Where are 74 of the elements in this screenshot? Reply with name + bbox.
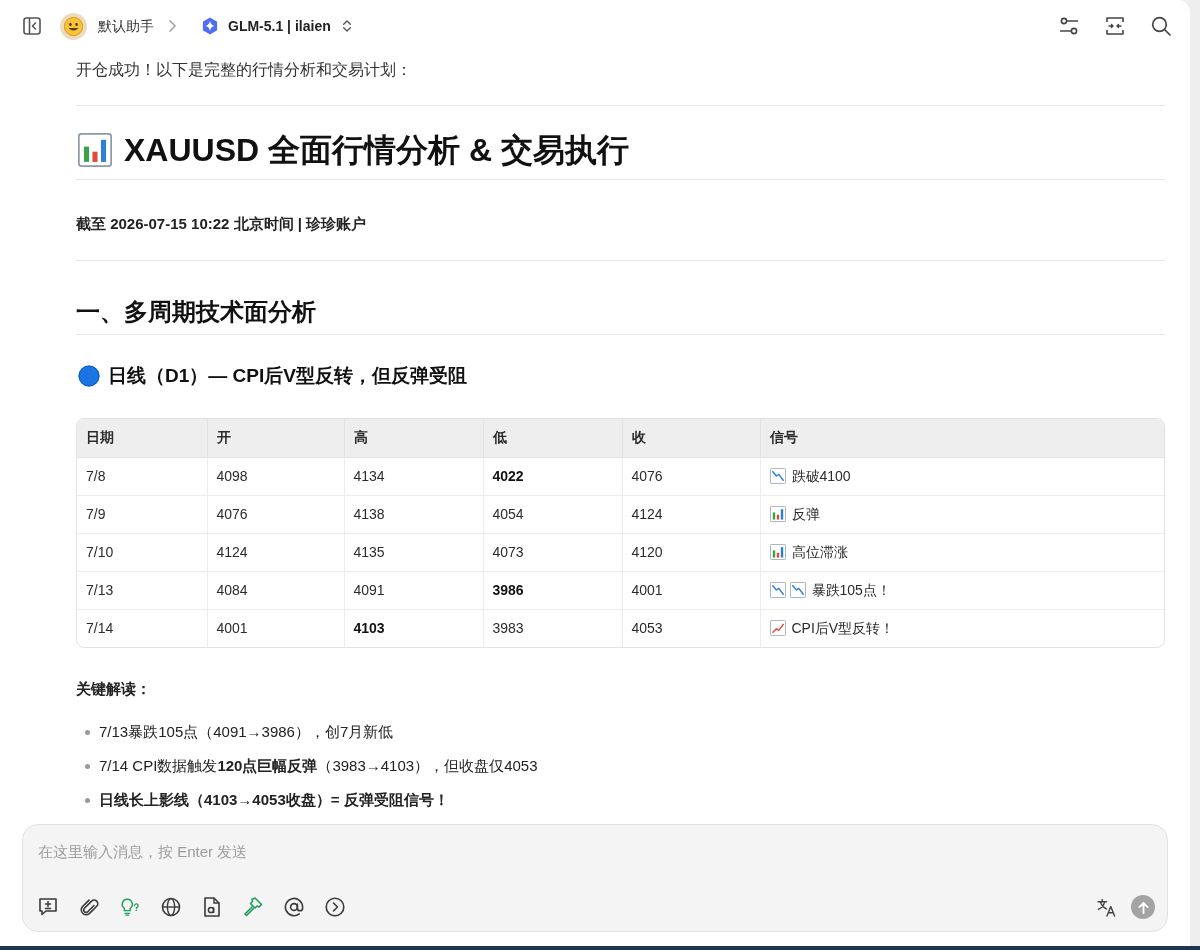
table-cell: 4120: [622, 533, 760, 571]
column-header: 信号: [760, 419, 1164, 457]
signal-text: CPI后V型反转！: [791, 618, 895, 638]
bar-chart-icon: [769, 506, 786, 522]
intro-text: 开仓成功！以下是完整的行情分析和交易计划：: [76, 60, 413, 80]
section-heading: 一、多周期技术面分析: [76, 297, 316, 327]
table-cell: 4084: [207, 571, 344, 609]
message-input[interactable]: 在这里输入消息，按 Enter 发送: [38, 839, 1152, 863]
chevron-right-icon: [169, 20, 176, 32]
column-header: 收: [622, 419, 760, 457]
table-cell: 4054: [483, 495, 622, 533]
arrow-up-icon: [1137, 900, 1149, 914]
table-cell: 4135: [344, 533, 483, 571]
signal-text: 高位滞涨: [791, 542, 848, 562]
table-cell: 4073: [483, 533, 622, 571]
column-header: 高: [344, 419, 483, 457]
bar-chart-icon: [78, 133, 112, 167]
column-header: 开: [207, 419, 344, 457]
bullet-text: 7/13暴跌105点（4091→3986），创7月新低: [99, 722, 394, 742]
sliders-icon[interactable]: [1059, 16, 1079, 36]
timestamp-text: 截至 2026-07-15 10:22 北京时间 | 珍珍账户: [76, 214, 368, 234]
table-cell: 4053: [622, 609, 760, 647]
message-plus-icon[interactable]: [38, 897, 58, 917]
sidebar-toggle-icon[interactable]: [23, 17, 41, 35]
table-cell: 4076: [622, 457, 760, 495]
table-cell: 4138: [344, 495, 483, 533]
chart-decreasing-icon: [789, 582, 806, 598]
hammer-icon[interactable]: [243, 897, 263, 917]
smiley-avatar-icon: [60, 12, 87, 40]
signal-text: 暴跌105点！: [811, 580, 891, 600]
compress-width-icon[interactable]: [1105, 16, 1125, 36]
table-cell: 7/13: [77, 571, 207, 609]
table-cell: 4124: [207, 533, 344, 571]
table-cell: 7/9: [77, 495, 207, 533]
table-cell: 4076: [207, 495, 344, 533]
bar-chart-icon: [769, 544, 786, 560]
hexagon-logo-icon: [202, 17, 218, 35]
chart-decreasing-icon: [769, 468, 786, 484]
bullet-text: 日线长上影线（4103→4053收盘）= 反弹受阻信号！: [99, 790, 449, 810]
search-icon[interactable]: [1151, 16, 1171, 36]
table-cell: 7/10: [77, 533, 207, 571]
translate-icon[interactable]: [1097, 897, 1116, 917]
up-down-chevron-icon[interactable]: [341, 19, 352, 33]
signal-text: 跌破4100: [791, 466, 851, 486]
table-cell: 4098: [207, 457, 344, 495]
globe-icon[interactable]: [161, 897, 181, 917]
column-header: 低: [483, 419, 622, 457]
arrow-circle-icon[interactable]: [325, 897, 345, 917]
lightbulb-icon[interactable]: [120, 897, 140, 917]
document-icon[interactable]: [202, 897, 222, 917]
table-cell: 4001: [622, 571, 760, 609]
key-points-heading: 关键解读：: [76, 679, 152, 699]
at-sign-icon[interactable]: [284, 897, 304, 917]
assistant-name[interactable]: 默认助手: [98, 15, 154, 37]
message-title: XAUUSD 全面行情分析 & 交易执行: [124, 131, 629, 170]
bullet-text: 7/14 CPI数据触发120点巨幅反弹（3983→4103），但收盘仅4053: [99, 756, 538, 776]
model-name[interactable]: GLM-5.1 | ilaien: [228, 15, 331, 37]
signal-text: 反弹: [791, 504, 820, 524]
column-header: 日期: [77, 419, 207, 457]
table-cell: 4001: [207, 609, 344, 647]
table-cell: 4103: [344, 609, 483, 647]
table-cell: 3983: [483, 609, 622, 647]
table-cell: 4091: [344, 571, 483, 609]
table-cell: 7/8: [77, 457, 207, 495]
table-cell: 4134: [344, 457, 483, 495]
table-cell: 3986: [483, 571, 622, 609]
paperclip-icon[interactable]: [79, 897, 99, 917]
table-cell: 4124: [622, 495, 760, 533]
table-cell: 4022: [483, 457, 622, 495]
subsection-heading: 日线（D1）— CPI后V型反转，但反弹受阻: [108, 364, 467, 388]
chart-increasing-icon: [769, 620, 786, 637]
circle-icon: [78, 365, 100, 387]
chart-decreasing-icon: [769, 582, 786, 598]
table-cell: 7/14: [77, 609, 207, 647]
